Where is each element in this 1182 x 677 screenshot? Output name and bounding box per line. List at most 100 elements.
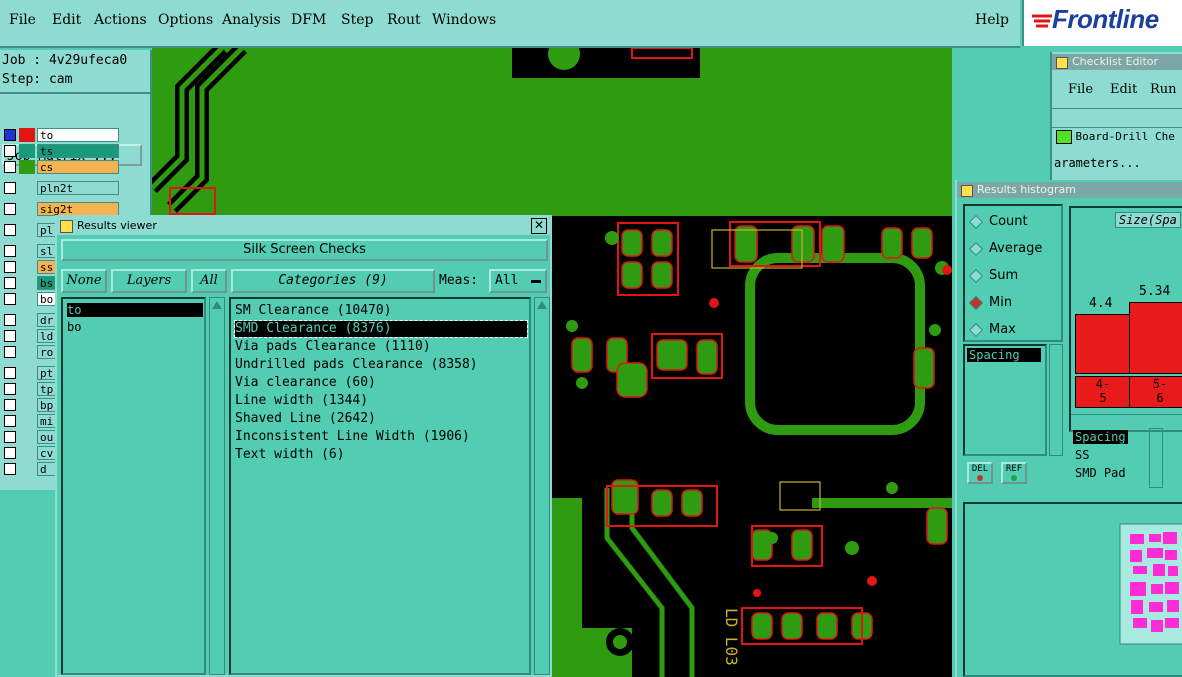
all-button[interactable]: All [191, 269, 227, 293]
menu-file[interactable]: File [9, 12, 36, 28]
layer-checkbox[interactable] [4, 145, 16, 157]
layer-color-swatch[interactable] [19, 366, 35, 380]
category-item[interactable]: SM Clearance (10470) [235, 303, 392, 319]
window-menu-icon[interactable] [1056, 57, 1068, 69]
layer-color-swatch[interactable] [19, 181, 35, 195]
layer-checkbox[interactable] [4, 346, 16, 358]
layer-checkbox[interactable] [4, 367, 16, 379]
category-item[interactable]: SMD Clearance (8376) [234, 320, 528, 338]
mode-sum[interactable]: Sum [968, 268, 1018, 284]
layers-scrollbar[interactable] [209, 297, 225, 675]
ce-menu-run[interactable]: Run [1150, 82, 1177, 97]
ref-button[interactable]: REF [1001, 462, 1027, 484]
layer-color-swatch[interactable] [19, 160, 35, 174]
menu-dfm[interactable]: DFM [291, 12, 326, 28]
histogram-bar-2[interactable] [1129, 302, 1182, 374]
window-menu-icon[interactable] [60, 220, 73, 233]
layer-row[interactable]: to [2, 128, 120, 142]
layers-button[interactable]: Layers [111, 269, 187, 293]
layer-color-swatch[interactable] [19, 292, 35, 306]
results-viewer-titlebar[interactable]: Results viewer ✕ [57, 217, 550, 235]
layer-name[interactable]: ts [37, 144, 119, 158]
layer-color-swatch[interactable] [19, 202, 35, 216]
layer-checkbox[interactable] [4, 161, 16, 173]
layer-color-swatch[interactable] [19, 260, 35, 274]
layer-color-swatch[interactable] [19, 430, 35, 444]
category-item[interactable]: Undrilled pads Clearance (8358) [235, 357, 478, 373]
menu-edit[interactable]: Edit [52, 12, 81, 28]
menu-step[interactable]: Step [341, 12, 373, 28]
layer-name[interactable]: sig2t [37, 202, 119, 216]
window-menu-icon[interactable] [961, 185, 973, 197]
results-histogram-titlebar[interactable]: Results histogram [957, 182, 1182, 198]
mode-max[interactable]: Max [968, 322, 1016, 338]
categories-list[interactable]: SM Clearance (10470) SMD Clearance (8376)… [229, 297, 531, 675]
list-item[interactable]: SMD Pad [1075, 466, 1126, 480]
layer-checkbox[interactable] [4, 224, 16, 236]
none-button[interactable]: None [61, 269, 107, 293]
layer-name[interactable]: to [37, 128, 119, 142]
meas-dropdown[interactable]: All [489, 269, 547, 293]
layer-color-swatch[interactable] [19, 398, 35, 412]
category-item[interactable]: Via clearance (60) [235, 375, 376, 391]
menu-actions[interactable]: Actions [94, 12, 147, 28]
mode-average[interactable]: Average [968, 241, 1042, 257]
list-item[interactable]: bo [67, 320, 203, 334]
checklist-row[interactable]: Board-Drill Che [1056, 130, 1182, 144]
list-item[interactable]: SS [1075, 448, 1089, 462]
list-item[interactable]: Spacing [1073, 430, 1128, 444]
layer-color-swatch[interactable] [19, 382, 35, 396]
checklist-editor-titlebar[interactable]: Checklist Editor [1052, 54, 1182, 70]
layer-checkbox[interactable] [4, 314, 16, 326]
menu-analysis[interactable]: Analysis [222, 12, 281, 28]
horizontal-scrollbar[interactable] [1071, 414, 1182, 427]
list-item[interactable]: Spacing [967, 348, 1041, 362]
categories-button[interactable]: Categories (9) [231, 269, 435, 293]
layer-checkbox[interactable] [4, 463, 16, 475]
menu-windows[interactable]: Windows [432, 12, 496, 28]
ce-menu-file[interactable]: File [1068, 82, 1093, 97]
layer-color-swatch[interactable] [19, 276, 35, 290]
scroll-up-icon[interactable] [537, 301, 547, 309]
layer-checkbox[interactable] [4, 277, 16, 289]
category-item[interactable]: Inconsistent Line Width (1906) [235, 429, 470, 445]
layer-checkbox[interactable] [4, 293, 16, 305]
layer-color-swatch[interactable] [19, 414, 35, 428]
layer-checkbox[interactable] [4, 129, 16, 141]
layer-color-swatch[interactable] [19, 223, 35, 237]
layer-color-swatch[interactable] [19, 313, 35, 327]
layer-color-swatch[interactable] [19, 144, 35, 158]
layer-color-swatch[interactable] [19, 244, 35, 258]
layers-list[interactable]: to bo [61, 297, 206, 675]
histogram-chart[interactable]: Size(Spa 4.4 5.34 4- 5 5- 6 [1069, 206, 1182, 432]
layer-name[interactable]: pln2t [37, 181, 119, 195]
bin-label-1[interactable]: 4- 5 [1075, 376, 1131, 408]
category-item[interactable]: Text width (6) [235, 447, 345, 463]
menu-rout[interactable]: Rout [387, 12, 421, 28]
bin-label-2[interactable]: 5- 6 [1129, 376, 1182, 408]
layer-checkbox[interactable] [4, 261, 16, 273]
measure-list-left[interactable]: Spacing [963, 344, 1047, 456]
layer-row[interactable]: sig2t [2, 202, 120, 216]
layer-checkbox[interactable] [4, 182, 16, 194]
layer-checkbox[interactable] [4, 330, 16, 342]
mode-min[interactable]: Min [968, 295, 1012, 311]
layer-color-swatch[interactable] [19, 345, 35, 359]
parameters-button[interactable]: arameters... [1054, 156, 1141, 170]
layer-checkbox[interactable] [4, 383, 16, 395]
layer-checkbox[interactable] [4, 203, 16, 215]
scrollbar[interactable] [1049, 344, 1063, 456]
histogram-bar-1[interactable] [1075, 314, 1131, 374]
scroll-up-icon[interactable] [212, 301, 222, 309]
layer-checkbox[interactable] [4, 415, 16, 427]
scrollbar[interactable] [1149, 428, 1163, 488]
category-item[interactable]: Line width (1344) [235, 393, 368, 409]
close-icon[interactable]: ✕ [531, 218, 547, 234]
ce-menu-edit[interactable]: Edit [1110, 82, 1137, 97]
category-item[interactable]: Shaved Line (2642) [235, 411, 376, 427]
layer-row[interactable]: pln2t [2, 181, 120, 195]
measure-list-right[interactable]: Spacing SS SMD Pad [1069, 428, 1182, 492]
categories-scrollbar[interactable] [534, 297, 550, 675]
menu-options[interactable]: Options [158, 12, 213, 28]
layer-row[interactable]: ts [2, 144, 120, 158]
